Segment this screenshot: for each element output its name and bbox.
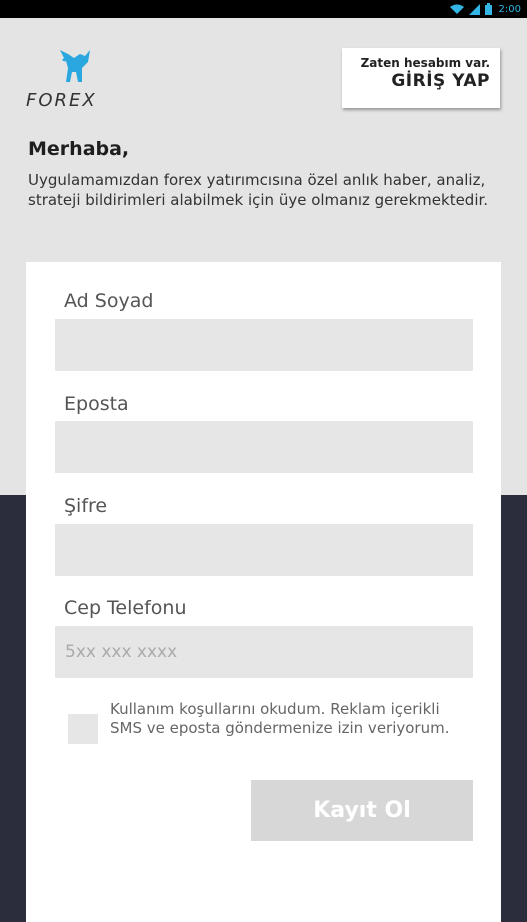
name-label: Ad Soyad <box>64 290 154 312</box>
login-cta: GİRİŞ YAP <box>391 71 490 91</box>
login-hint: Zaten hesabım var. <box>360 56 490 70</box>
login-button[interactable]: Zaten hesabım var. GİRİŞ YAP <box>342 48 500 108</box>
phone-input[interactable] <box>55 626 473 678</box>
intro-text: Uygulamamızdan forex yatırımcısına özel … <box>28 171 489 209</box>
greeting-title: Merhaba, <box>28 138 130 160</box>
terms-text: Kullanım koşullarını okudum. Reklam içer… <box>110 700 450 737</box>
password-input[interactable] <box>55 524 473 576</box>
wifi-icon <box>449 4 464 14</box>
email-input[interactable] <box>55 421 473 473</box>
email-label: Eposta <box>64 393 129 415</box>
status-bar: 2:00 <box>0 0 527 18</box>
phone-label: Cep Telefonu <box>64 597 187 619</box>
bull-icon <box>60 50 90 82</box>
logo-text: FOREX <box>26 90 97 111</box>
status-time: 2:00 <box>498 3 521 15</box>
registration-form: Ad Soyad Eposta Şifre Cep Telefonu Kulla… <box>26 262 501 922</box>
forex-logo: FOREX <box>26 46 122 112</box>
password-label: Şifre <box>64 495 108 517</box>
register-button[interactable]: Kayıt Ol <box>251 780 473 841</box>
terms-checkbox[interactable] <box>68 714 98 744</box>
battery-icon <box>484 3 492 15</box>
name-input[interactable] <box>55 319 473 371</box>
signal-icon <box>468 3 480 15</box>
